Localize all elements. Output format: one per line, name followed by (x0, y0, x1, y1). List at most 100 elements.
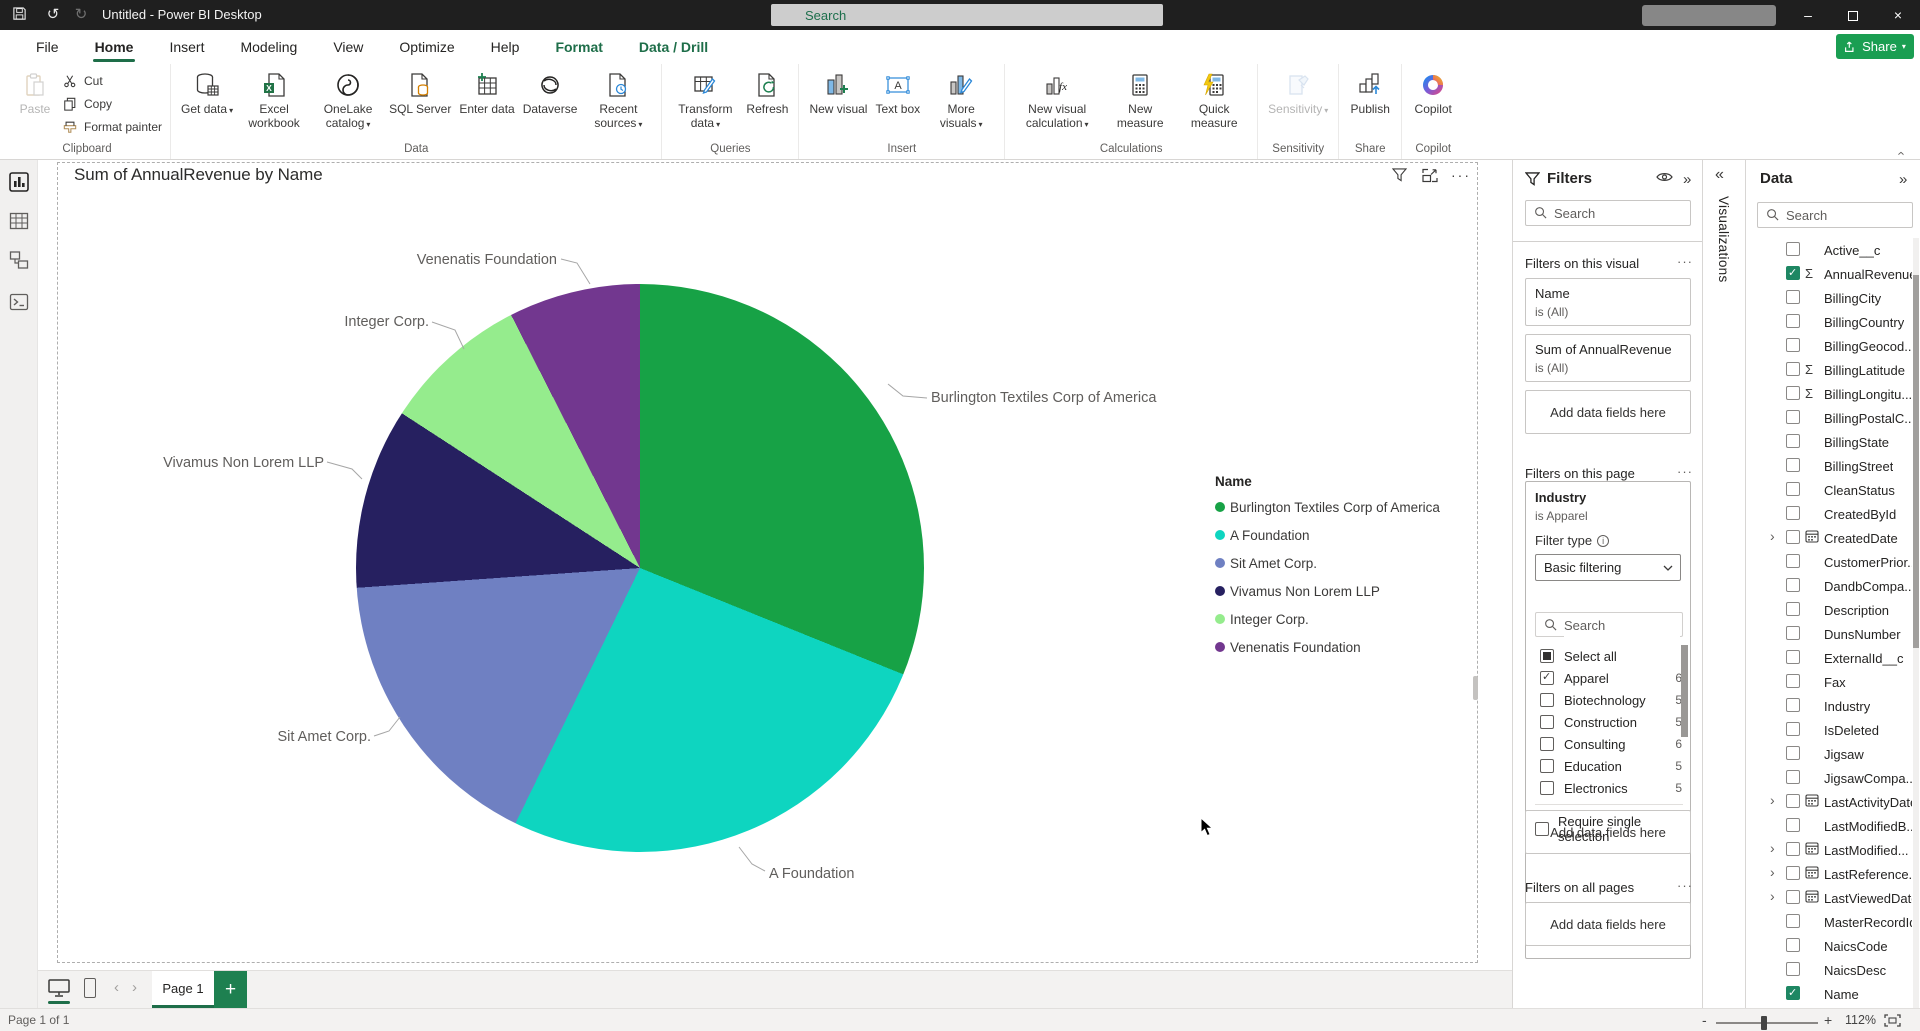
filter-option-row[interactable]: ✓ Construction 5 (1526, 711, 1692, 733)
collapse-pane-icon[interactable]: » (1899, 171, 1907, 188)
sql-server-button[interactable]: SQL Server (387, 68, 453, 119)
legend-item[interactable]: Burlington Textiles Corp of America (1215, 498, 1475, 516)
expand-chevron-icon[interactable]: › (1770, 792, 1775, 808)
option-checkbox[interactable]: ✓ (1540, 671, 1554, 685)
cut-button[interactable]: Cut (62, 73, 162, 89)
field-checkbox[interactable]: ✓ (1786, 650, 1800, 664)
save-icon[interactable] (12, 6, 30, 24)
transform-data-button[interactable]: Transform data (670, 68, 740, 133)
format-painter-button[interactable]: Format painter (62, 119, 162, 135)
copilot-button[interactable]: Copilot (1410, 68, 1456, 119)
excel-workbook-button[interactable]: X Excel workbook (239, 68, 309, 133)
field-row[interactable]: › ✓ Σ NaicsDesc (1746, 958, 1920, 982)
next-page-icon[interactable]: › (132, 979, 137, 996)
field-row[interactable]: › ✓ Σ LastModifiedB... (1746, 814, 1920, 838)
pie-chart[interactable] (356, 284, 924, 852)
field-row[interactable]: › ✓ Σ Industry (1746, 694, 1920, 718)
filter-option-row[interactable]: ✓ Electronics 5 (1526, 777, 1692, 799)
field-row[interactable]: › ✓ Σ Active__c (1746, 238, 1920, 262)
field-checkbox[interactable]: ✓ (1786, 386, 1800, 400)
maximize-button[interactable] (1831, 0, 1875, 30)
tab-data-drill[interactable]: Data / Drill (625, 30, 722, 64)
page-tab[interactable]: Page 1 (152, 971, 214, 1008)
field-checkbox[interactable]: ✓ (1786, 962, 1800, 976)
more-options-icon[interactable]: ··· (1677, 254, 1693, 269)
option-checkbox[interactable]: ✓ (1540, 693, 1554, 707)
sensitivity-button[interactable]: Sensitivity (1266, 68, 1330, 119)
option-checkbox[interactable]: ✓ (1540, 759, 1554, 773)
mobile-view-icon[interactable] (84, 978, 96, 998)
field-row[interactable]: › ✓ Σ Description (1746, 598, 1920, 622)
field-row[interactable]: › ✓ Σ Name (1746, 982, 1920, 1006)
field-checkbox[interactable]: ✓ (1786, 674, 1800, 688)
field-checkbox[interactable]: ✓ (1786, 506, 1800, 520)
new-visual-button[interactable]: New visual (807, 68, 869, 119)
field-row[interactable]: › ✓ Σ CreatedDate (1746, 526, 1920, 550)
tab-help[interactable]: Help (477, 30, 534, 64)
share-button[interactable]: Share ▾ (1836, 34, 1914, 59)
account-area[interactable] (1642, 5, 1776, 26)
field-checkbox[interactable]: ✓ (1786, 866, 1800, 880)
field-checkbox[interactable]: ✓ (1786, 722, 1800, 736)
refresh-button[interactable]: Refresh (744, 68, 790, 119)
field-checkbox[interactable]: ✓ (1786, 314, 1800, 328)
data-scrollbar[interactable] (1913, 275, 1919, 648)
field-row[interactable]: › ✓ Σ CleanStatus (1746, 478, 1920, 502)
zoom-slider-handle[interactable] (1761, 1016, 1767, 1030)
field-checkbox[interactable]: ✓ (1786, 938, 1800, 952)
collapse-ribbon-icon[interactable]: › (1893, 151, 1908, 155)
tab-insert[interactable]: Insert (155, 30, 218, 64)
redo-icon[interactable]: ↻ (72, 6, 90, 24)
dataverse-button[interactable]: Dataverse (521, 68, 580, 119)
industry-search-input[interactable] (1564, 613, 1680, 637)
field-checkbox[interactable]: ✓ (1786, 818, 1800, 832)
field-row[interactable]: › ✓ Σ AnnualRevenue (1746, 262, 1920, 286)
new-measure-button[interactable]: New measure (1105, 68, 1175, 133)
field-checkbox[interactable]: ✓ (1786, 266, 1800, 280)
industry-search[interactable] (1535, 612, 1683, 637)
fit-to-page-icon[interactable] (1884, 1014, 1901, 1027)
zoom-in-button[interactable]: + (1824, 1012, 1832, 1028)
legend-item[interactable]: A Foundation (1215, 526, 1475, 544)
field-row[interactable]: › ✓ Σ BillingLatitude (1746, 358, 1920, 382)
field-row[interactable]: › ✓ Σ LastReference... (1746, 862, 1920, 886)
legend-item[interactable]: Vivamus Non Lorem LLP (1215, 582, 1475, 600)
option-checkbox[interactable]: ✓ (1540, 715, 1554, 729)
data-search[interactable] (1757, 202, 1913, 228)
global-search-input[interactable] (771, 4, 1163, 26)
field-checkbox[interactable]: ✓ (1786, 794, 1800, 808)
minimize-button[interactable]: – (1786, 0, 1830, 30)
expand-chevron-icon[interactable]: › (1770, 840, 1775, 856)
field-row[interactable]: › ✓ Σ BillingLongitu... (1746, 382, 1920, 406)
quick-measure-button[interactable]: Quick measure (1179, 68, 1249, 133)
expand-chevron-icon[interactable]: › (1770, 888, 1775, 904)
enter-data-button[interactable]: Enter data (457, 68, 516, 119)
tab-view[interactable]: View (319, 30, 377, 64)
industry-list-scrollbar[interactable] (1681, 645, 1688, 737)
more-visuals-button[interactable]: More visuals (926, 68, 996, 133)
field-checkbox[interactable]: ✓ (1786, 986, 1800, 1000)
previous-page-icon[interactable]: ‹ (114, 979, 119, 996)
field-row[interactable]: › ✓ Σ LastModified... (1746, 838, 1920, 862)
more-options-icon[interactable]: ··· (1452, 166, 1470, 184)
field-row[interactable]: › ✓ Σ CreatedById (1746, 502, 1920, 526)
expand-pane-icon[interactable]: « (1715, 166, 1724, 184)
filter-option-row[interactable]: ✓ Select all (1526, 645, 1692, 667)
desktop-view-icon[interactable] (48, 979, 70, 997)
publish-button[interactable]: Publish (1347, 68, 1393, 119)
field-checkbox[interactable]: ✓ (1786, 602, 1800, 616)
field-checkbox[interactable]: ✓ (1786, 770, 1800, 784)
filter-card-annualrevenue[interactable]: Sum of AnnualRevenue is (All) (1525, 334, 1691, 382)
filter-type-select[interactable]: Basic filtering (1535, 554, 1681, 581)
field-row[interactable]: › ✓ Σ LastActivityDate (1746, 790, 1920, 814)
legend-item[interactable]: Sit Amet Corp. (1215, 554, 1475, 572)
legend-item[interactable]: Venenatis Foundation (1215, 638, 1475, 656)
filter-card-name[interactable]: Name is (All) (1525, 278, 1691, 326)
field-checkbox[interactable]: ✓ (1786, 482, 1800, 496)
field-row[interactable]: › ✓ Σ DandbCompa... (1746, 574, 1920, 598)
filter-option-row[interactable]: ✓ Consulting 6 (1526, 733, 1692, 755)
canvas-scrollbar[interactable] (1473, 676, 1478, 700)
field-row[interactable]: › ✓ Σ NaicsCode (1746, 934, 1920, 958)
more-options-icon[interactable]: ··· (1677, 464, 1693, 479)
field-checkbox[interactable]: ✓ (1786, 530, 1800, 544)
